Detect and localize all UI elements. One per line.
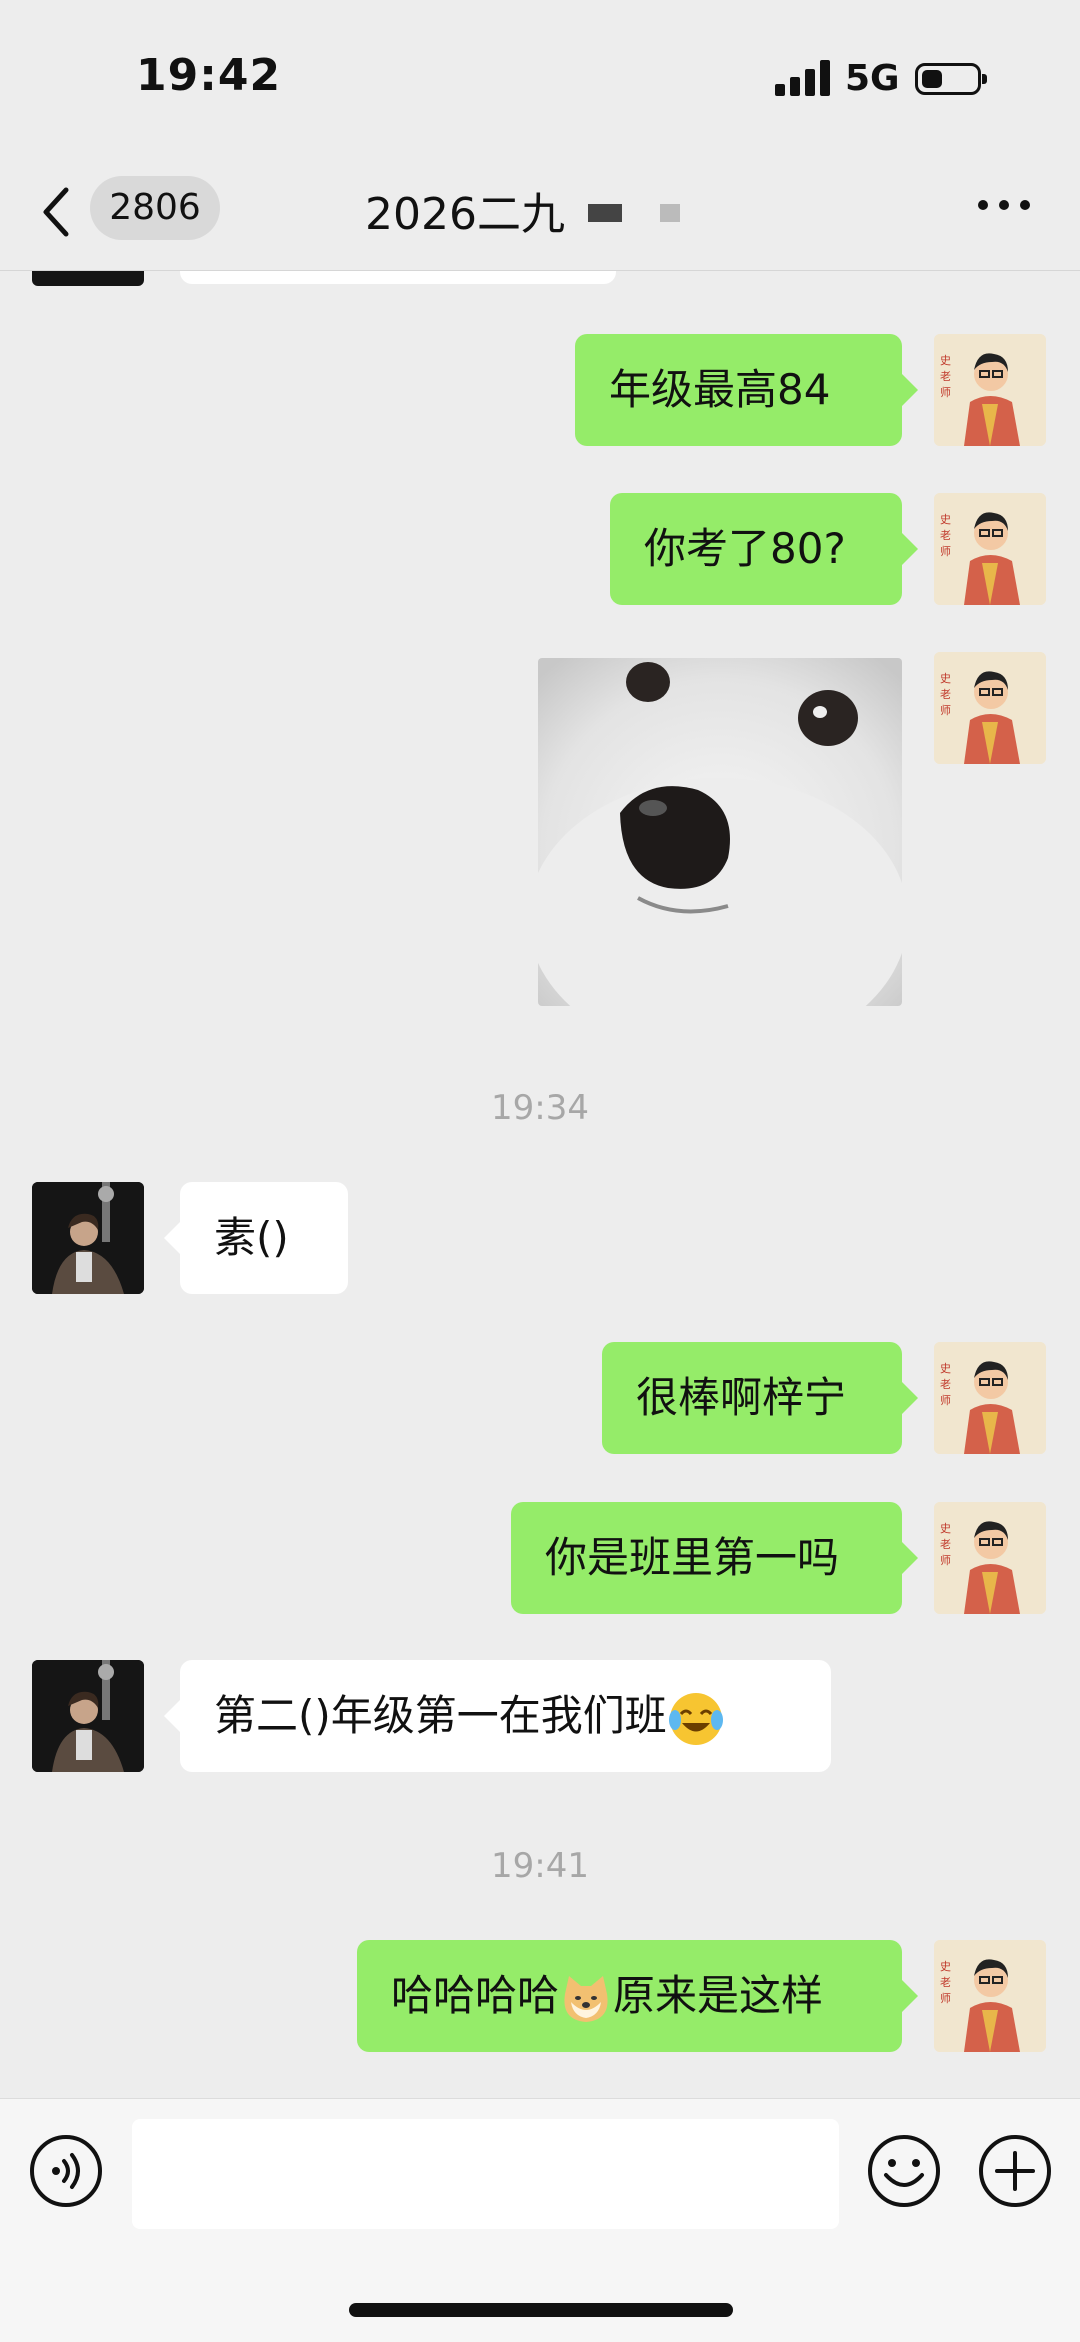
status-time: 19:42 — [136, 50, 282, 101]
unread-count-badge[interactable]: 2806 — [90, 176, 220, 240]
crying-laughing-emoji — [668, 1692, 723, 1745]
svg-text:师: 师 — [940, 386, 951, 399]
svg-text:老: 老 — [940, 370, 951, 383]
svg-text:史: 史 — [940, 1362, 951, 1375]
message-bubble[interactable]: 你考了80? — [610, 493, 918, 605]
svg-text:老: 老 — [940, 688, 951, 701]
svg-text:史: 史 — [940, 672, 951, 685]
svg-text:师: 师 — [940, 545, 951, 558]
svg-text:史: 史 — [940, 1522, 951, 1535]
signal-icon — [775, 60, 835, 96]
avatar[interactable]: 史 老 师 — [934, 1342, 1046, 1454]
avatar[interactable]: 史 老 师 — [934, 334, 1046, 446]
message-bubble[interactable]: 你是班里第一吗 — [511, 1502, 918, 1614]
avatar[interactable]: 史 老 师 — [934, 1940, 1046, 2052]
avatar[interactable]: 史 老 师 — [934, 493, 1046, 605]
svg-text:老: 老 — [940, 529, 951, 542]
plus-icon[interactable] — [977, 2133, 1053, 2209]
message-bubble[interactable]: 素() — [164, 1182, 348, 1294]
redaction-mark — [660, 204, 680, 222]
message-text: 第二()年级第一在我们班 — [214, 1691, 667, 1740]
timestamp: 19:34 — [491, 1088, 589, 1128]
teacher-avatar-illustration: 史 老 师 — [934, 652, 1046, 764]
message-bubble[interactable]: 哈哈哈哈 原来是这样 — [357, 1940, 918, 2052]
avatar[interactable]: 史 老 师 — [934, 1502, 1046, 1614]
avatar[interactable] — [32, 1182, 144, 1294]
redaction-mark — [588, 204, 622, 222]
timestamp: 19:41 — [491, 1846, 589, 1886]
teacher-avatar-illustration: 史 老 师 — [934, 1940, 1046, 2052]
teacher-avatar-illustration: 史 老 师 — [934, 334, 1046, 446]
emoji-icon[interactable] — [866, 2133, 942, 2209]
svg-text:老: 老 — [940, 1538, 951, 1551]
voice-icon[interactable] — [28, 2133, 104, 2209]
svg-text:师: 师 — [940, 1554, 951, 1567]
student-avatar-photo — [32, 1660, 144, 1772]
message-bubble[interactable]: 第二()年级第一在我们班 — [164, 1660, 831, 1772]
more-icon[interactable] — [978, 200, 1030, 214]
svg-text:师: 师 — [940, 1394, 951, 1407]
message-bubble[interactable]: 很棒啊梓宁 — [602, 1342, 918, 1454]
avatar[interactable]: 史 老 师 — [934, 652, 1046, 764]
status-bar: 19:42 5G — [0, 0, 1080, 160]
svg-text:老: 老 — [940, 1378, 951, 1391]
teacher-avatar-illustration: 史 老 师 — [934, 1502, 1046, 1614]
teacher-avatar-illustration: 史 老 师 — [934, 1342, 1046, 1454]
svg-text:史: 史 — [940, 1960, 951, 1973]
battery-icon — [915, 63, 987, 95]
chat-header: 2806 2026二九 — [0, 160, 1080, 271]
message-text: 哈哈哈哈 — [391, 1971, 560, 2020]
message-text: 原来是这样 — [613, 1971, 824, 2020]
home-indicator[interactable] — [349, 2303, 733, 2317]
message-input[interactable] — [132, 2119, 839, 2229]
image-message-dog[interactable] — [538, 658, 902, 1006]
network-type: 5G — [845, 58, 900, 99]
svg-text:师: 师 — [940, 704, 951, 717]
doge-emoji — [564, 1975, 608, 2022]
avatar[interactable] — [32, 1660, 144, 1772]
svg-text:史: 史 — [940, 513, 951, 526]
teacher-avatar-illustration: 史 老 师 — [934, 493, 1046, 605]
svg-text:老: 老 — [940, 1976, 951, 1989]
student-avatar-photo — [32, 1182, 144, 1294]
chat-title[interactable]: 2026二九 — [365, 178, 565, 242]
svg-text:师: 师 — [940, 1992, 951, 2005]
svg-text:史: 史 — [940, 354, 951, 367]
back-icon[interactable] — [38, 182, 78, 242]
message-bubble[interactable]: 年级最高84 — [575, 334, 918, 446]
